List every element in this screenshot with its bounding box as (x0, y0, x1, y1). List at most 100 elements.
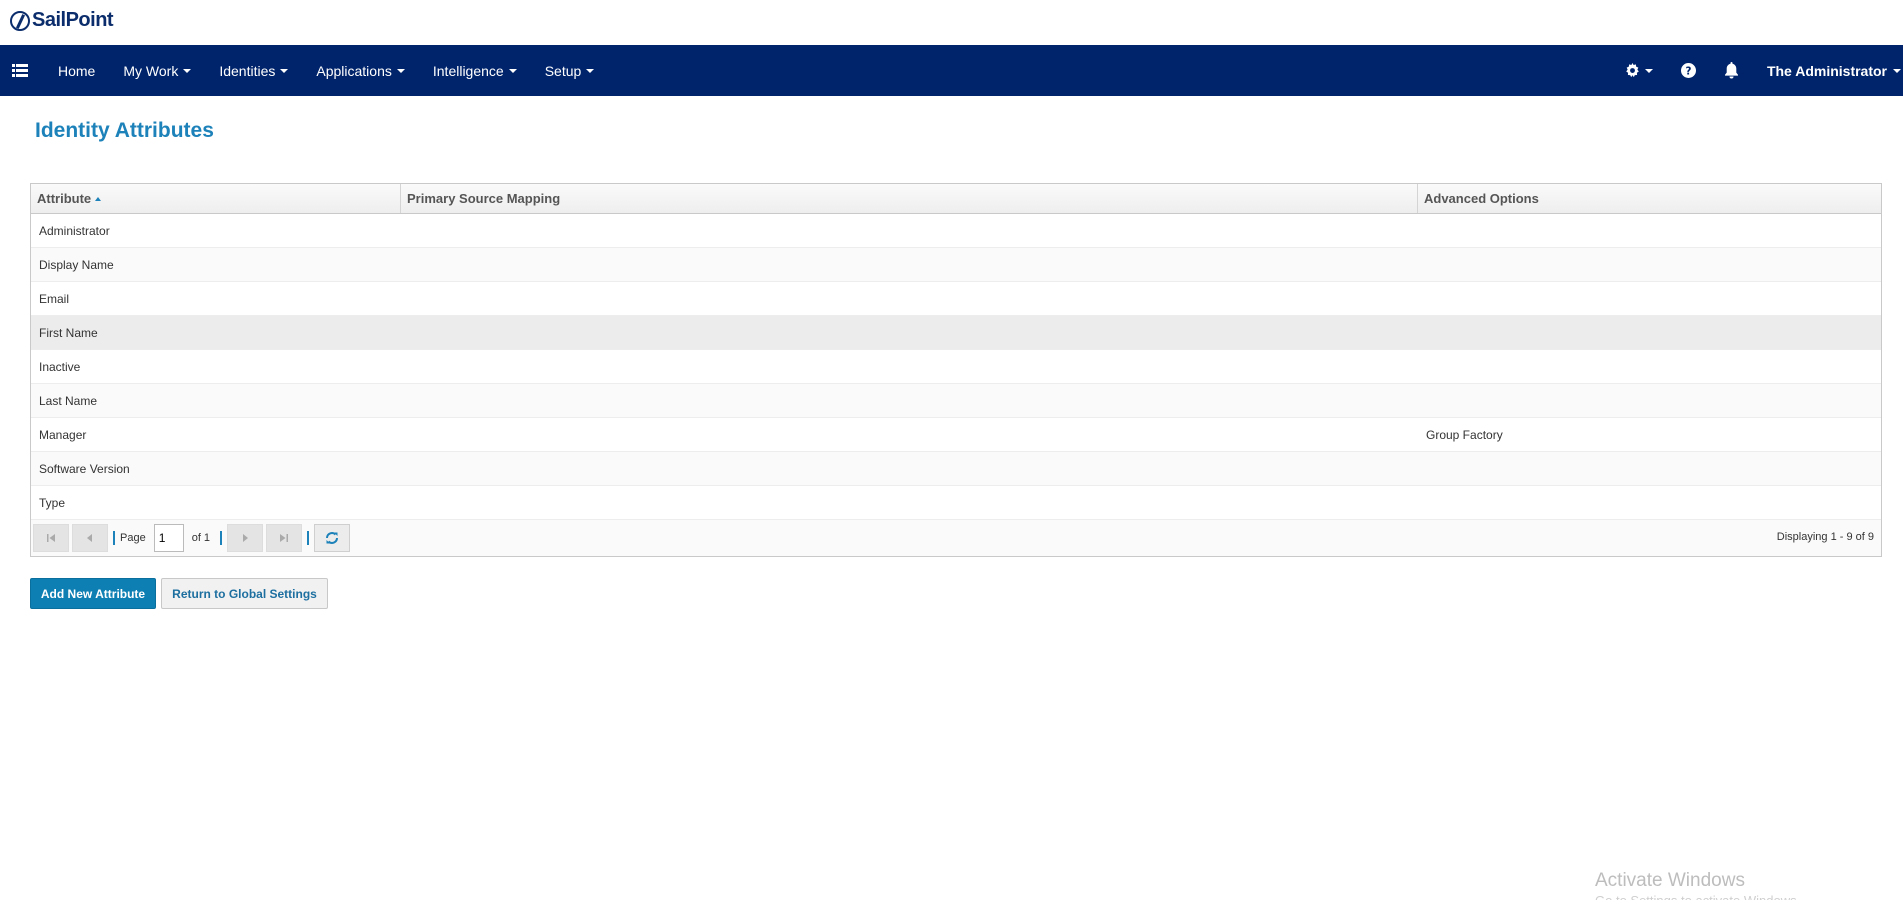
chevron-down-icon (586, 68, 595, 73)
grid-pager: Page of 1 Displaying 1 - 9 of 9 (31, 520, 1881, 556)
nav-my-work[interactable]: My Work (109, 45, 205, 96)
cell-attribute: First Name (39, 325, 98, 340)
table-row[interactable]: Administrator (31, 214, 1881, 248)
grid-header: Attribute Primary Source Mapping Advance… (31, 184, 1881, 214)
table-row[interactable]: Software Version (31, 452, 1881, 486)
chevron-down-icon (280, 68, 289, 73)
cell-mapping (401, 350, 1418, 383)
pager-divider (307, 531, 310, 545)
table-row[interactable]: Display Name (31, 248, 1881, 282)
sailpoint-logo[interactable]: SailPoint (10, 9, 114, 32)
cell-options (1418, 384, 1881, 417)
cell-attribute: Type (39, 495, 66, 510)
cell-mapping (401, 316, 1418, 349)
nav-identities-label: Identities (219, 62, 276, 79)
first-page-icon (47, 534, 55, 542)
cell-options (1418, 316, 1881, 349)
cell-attribute: Email (39, 291, 70, 306)
help-button[interactable]: ? (1667, 45, 1710, 96)
cell-attribute: Inactive (39, 359, 81, 374)
settings-menu[interactable] (1611, 45, 1667, 96)
table-row[interactable]: Last Name (31, 384, 1881, 418)
cell-attribute: Display Name (39, 257, 114, 272)
column-header-advanced-options[interactable]: Advanced Options (1418, 184, 1881, 213)
pager-divider (220, 531, 223, 545)
cell-options (1418, 350, 1881, 383)
help-icon: ? (1680, 63, 1696, 78)
table-row[interactable]: Inactive (31, 350, 1881, 384)
column-header-primary-source-mapping[interactable]: Primary Source Mapping (401, 184, 1418, 213)
cell-attribute: Software Version (39, 461, 130, 476)
nav-setup-label: Setup (544, 62, 582, 79)
cell-options (1418, 282, 1881, 315)
nav-home[interactable]: Home (40, 45, 109, 96)
cell-options (1418, 214, 1881, 247)
bell-icon (1724, 62, 1738, 79)
brand-name: SailPoint (32, 9, 114, 31)
nav-applications[interactable]: Applications (302, 45, 419, 96)
column-header-label: Advanced Options (1424, 191, 1539, 206)
last-page-button[interactable] (266, 524, 303, 552)
identity-attributes-grid: Attribute Primary Source Mapping Advance… (30, 183, 1882, 557)
cell-mapping (401, 282, 1418, 315)
nav-right-group: ? The Administrator (1611, 45, 1903, 96)
main-navbar: Home My Work Identities Applications Int… (0, 45, 1903, 96)
table-row[interactable]: Manager Group Factory (31, 418, 1881, 452)
add-new-attribute-button[interactable]: Add New Attribute (30, 578, 156, 609)
cell-attribute: Administrator (39, 223, 110, 238)
nav-identities[interactable]: Identities (205, 45, 302, 96)
cell-options: Group Factory (1426, 427, 1503, 442)
user-name: The Administrator (1766, 62, 1887, 79)
column-header-label: Primary Source Mapping (407, 191, 561, 206)
displaying-count: Displaying 1 - 9 of 9 (1776, 531, 1874, 543)
page-label: Page (120, 532, 146, 544)
svg-text:?: ? (1685, 66, 1691, 78)
activate-windows-subtitle: Go to Settings to activate Windows. (1595, 893, 1800, 900)
refresh-button[interactable] (314, 524, 351, 552)
nav-my-work-label: My Work (123, 62, 179, 79)
menu-list-icon[interactable] (0, 45, 40, 96)
last-page-icon (280, 534, 289, 542)
next-page-icon (243, 534, 249, 542)
cell-mapping (401, 418, 1418, 451)
first-page-button[interactable] (33, 524, 69, 552)
cell-options (1418, 452, 1881, 485)
page-title: Identity Attributes (35, 119, 214, 142)
pager-divider (113, 531, 115, 545)
top-header: SailPoint (0, 0, 1903, 45)
grid-body: Administrator Display Name Email First N… (31, 214, 1881, 520)
table-row[interactable]: Type (31, 486, 1881, 520)
return-to-global-settings-button[interactable]: Return to Global Settings (161, 578, 328, 609)
page-number-input[interactable] (153, 524, 184, 552)
chevron-down-icon (1644, 68, 1653, 73)
table-row[interactable]: First Name (31, 316, 1881, 350)
cell-mapping (401, 452, 1418, 485)
activate-windows-watermark: Activate Windows (1595, 870, 1745, 891)
nav-intelligence[interactable]: Intelligence (419, 45, 531, 96)
nav-applications-label: Applications (316, 62, 392, 79)
previous-page-icon (87, 534, 92, 542)
cell-mapping (401, 248, 1418, 281)
user-menu[interactable]: The Administrator (1753, 63, 1903, 79)
chevron-down-icon (396, 68, 405, 73)
previous-page-button[interactable] (72, 524, 108, 552)
chevron-down-icon (508, 68, 517, 73)
table-row[interactable]: Email (31, 282, 1881, 316)
chevron-down-icon (1893, 68, 1901, 73)
cell-options (1418, 248, 1881, 281)
sailpoint-logo-icon (10, 10, 30, 31)
next-page-button[interactable] (227, 524, 264, 552)
nav-setup[interactable]: Setup (531, 45, 609, 96)
notifications-button[interactable] (1710, 45, 1753, 96)
cell-mapping (401, 384, 1418, 417)
cell-attribute: Manager (39, 427, 87, 442)
page-count-label: of 1 (191, 532, 211, 544)
gear-icon (1626, 63, 1639, 78)
cell-attribute: Last Name (39, 393, 98, 408)
nav-home-label: Home (58, 62, 96, 79)
cell-mapping (401, 214, 1418, 247)
chevron-down-icon (183, 68, 192, 73)
column-header-attribute[interactable]: Attribute (31, 184, 401, 213)
refresh-icon (326, 532, 339, 544)
cell-options (1418, 486, 1881, 519)
